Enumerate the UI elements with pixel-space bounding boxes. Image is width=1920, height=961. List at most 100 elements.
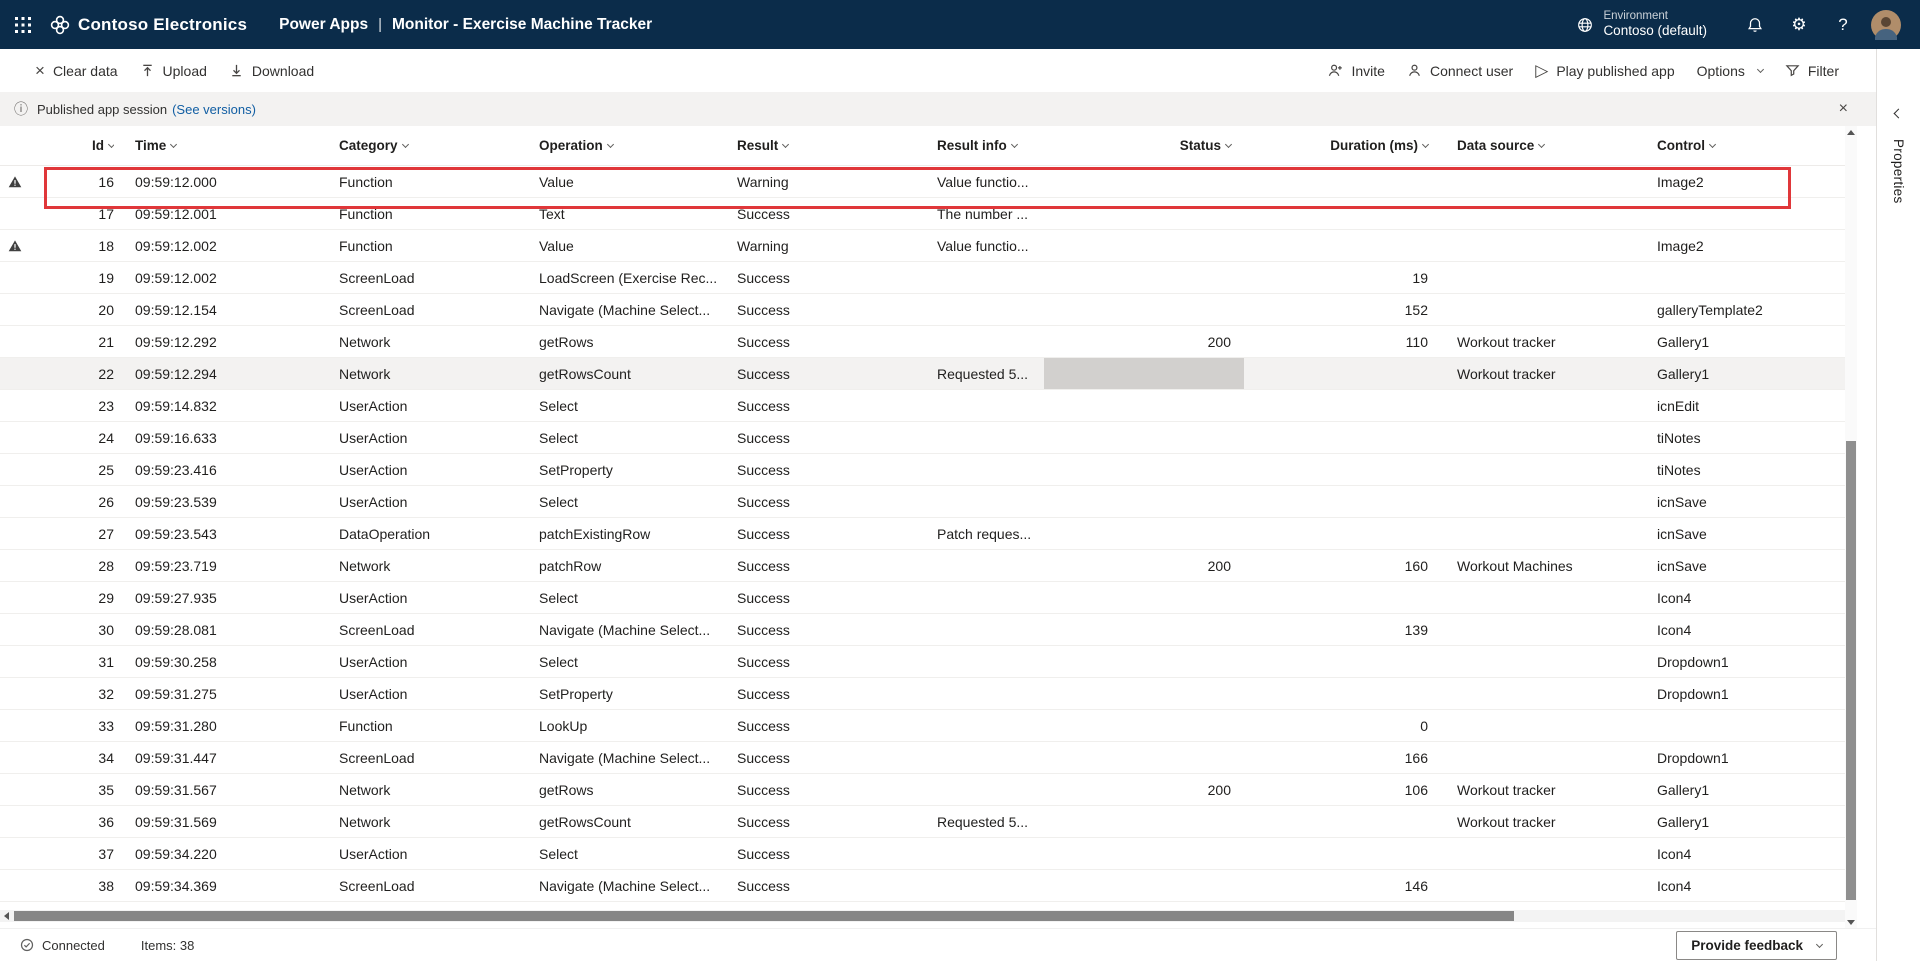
cell-time: 09:59:23.719	[135, 557, 217, 574]
header-result[interactable]: Result	[737, 138, 937, 153]
table-row[interactable]: 33 09:59:31.280 Function LookUp Success …	[0, 710, 1845, 742]
header-status[interactable]: Status	[1044, 138, 1244, 153]
header-time[interactable]: Time	[114, 138, 339, 153]
brand[interactable]: Contoso Electronics	[50, 15, 247, 35]
table-row[interactable]: 36 09:59:31.569 Network getRowsCount Suc…	[0, 806, 1845, 838]
table-row[interactable]: 31 09:59:30.258 UserAction Select Succes…	[0, 646, 1845, 678]
table-row[interactable]: 28 09:59:23.719 Network patchRow Success…	[0, 550, 1845, 582]
cell-result: Success	[737, 525, 790, 542]
table-row[interactable]: 32 09:59:31.275 UserAction SetProperty S…	[0, 678, 1845, 710]
options-button[interactable]: Options	[1686, 54, 1774, 88]
table-row[interactable]: 27 09:59:23.543 DataOperation patchExist…	[0, 518, 1845, 550]
cell-result-info	[937, 646, 1044, 677]
cell-status: 200	[1207, 557, 1231, 574]
cell-time: 09:59:12.000	[135, 173, 217, 190]
table-row[interactable]: 17 09:59:12.001 Function Text Success Th…	[0, 198, 1845, 230]
cell-control: Dropdown1	[1657, 653, 1729, 670]
invite-button[interactable]: Invite	[1317, 54, 1395, 88]
cell-status	[1044, 486, 1244, 517]
provide-feedback-button[interactable]: Provide feedback	[1676, 930, 1837, 960]
table-row[interactable]: 29 09:59:27.935 UserAction Select Succes…	[0, 582, 1845, 614]
waffle-menu-icon[interactable]	[0, 0, 46, 49]
cell-category: ScreenLoad	[339, 269, 415, 286]
horizontal-scrollbar[interactable]	[0, 910, 1857, 922]
vertical-scrollbar[interactable]	[1845, 126, 1857, 928]
cell-control: icnSave	[1657, 525, 1707, 542]
header-result-info[interactable]: Result info	[937, 138, 1044, 153]
cell-id: 33	[98, 717, 114, 734]
connect-user-button[interactable]: Connect user	[1396, 54, 1524, 88]
see-versions-link[interactable]: (See versions)	[172, 102, 256, 117]
cell-data-source	[1438, 454, 1640, 485]
help-button[interactable]: ?	[1821, 0, 1865, 49]
settings-button[interactable]: ⚙	[1777, 0, 1821, 49]
table-row[interactable]: 16 09:59:12.000 Function Value Warning V…	[0, 166, 1845, 198]
cell-operation: patchRow	[539, 557, 602, 574]
info-close-icon[interactable]: ×	[1833, 98, 1854, 120]
cell-warning	[0, 262, 30, 293]
scroll-down-icon[interactable]	[1845, 916, 1857, 928]
table-row[interactable]: 25 09:59:23.416 UserAction SetProperty S…	[0, 454, 1845, 486]
cell-id: 31	[98, 653, 114, 670]
horizontal-scrollbar-thumb[interactable]	[14, 911, 1514, 921]
vertical-scrollbar-thumb[interactable]	[1846, 441, 1856, 900]
notifications-button[interactable]	[1733, 0, 1777, 49]
header-category[interactable]: Category	[339, 138, 539, 153]
header-operation[interactable]: Operation	[539, 138, 737, 153]
table-row[interactable]: 30 09:59:28.081 ScreenLoad Navigate (Mac…	[0, 614, 1845, 646]
table-row[interactable]: 24 09:59:16.633 UserAction Select Succes…	[0, 422, 1845, 454]
table-row[interactable]: 22 09:59:12.294 Network getRowsCount Suc…	[0, 358, 1845, 390]
cell-category: UserAction	[339, 397, 408, 414]
header-duration[interactable]: Duration (ms)	[1244, 138, 1438, 153]
header-id[interactable]: Id	[30, 138, 114, 153]
cell-result: Success	[737, 397, 790, 414]
cell-category: DataOperation	[339, 525, 431, 542]
cell-data-source	[1438, 614, 1640, 645]
table-row[interactable]: 26 09:59:23.539 UserAction Select Succes…	[0, 486, 1845, 518]
table-row[interactable]: 23 09:59:14.832 UserAction Select Succes…	[0, 390, 1845, 422]
cell-result-info	[937, 742, 1044, 773]
sort-chevron-icon	[1538, 140, 1546, 149]
header-data-source[interactable]: Data source	[1438, 138, 1640, 153]
cell-status	[1044, 294, 1244, 325]
sort-chevron-icon	[1421, 140, 1430, 149]
environment-picker[interactable]: Environment Contoso (default)	[1576, 9, 1707, 40]
table-row[interactable]: 38 09:59:34.369 ScreenLoad Navigate (Mac…	[0, 870, 1845, 902]
upload-button[interactable]: Upload	[129, 54, 218, 88]
table-row[interactable]: 18 09:59:12.002 Function Value Warning V…	[0, 230, 1845, 262]
cell-status	[1044, 870, 1244, 901]
cell-result: Success	[737, 493, 790, 510]
info-message: Published app session	[37, 101, 168, 117]
clear-data-button[interactable]: × Clear data	[24, 54, 129, 88]
table-row[interactable]: 35 09:59:31.567 Network getRows Success …	[0, 774, 1845, 806]
table-row[interactable]: 37 09:59:34.220 UserAction Select Succes…	[0, 838, 1845, 870]
scroll-left-icon[interactable]	[0, 910, 12, 922]
table-row[interactable]: 19 09:59:12.002 ScreenLoad LoadScreen (E…	[0, 262, 1845, 294]
cell-warning	[0, 326, 30, 357]
cell-status	[1044, 262, 1244, 293]
app-root: Contoso Electronics Power Apps | Monitor…	[0, 0, 1920, 961]
header-control[interactable]: Control	[1640, 138, 1845, 153]
cell-warning	[0, 774, 30, 805]
cell-result-info	[937, 550, 1044, 581]
table-row[interactable]: 20 09:59:12.154 ScreenLoad Navigate (Mac…	[0, 294, 1845, 326]
clear-data-label: Clear data	[52, 62, 118, 79]
product-name-link[interactable]: Power Apps	[279, 16, 368, 34]
table-row[interactable]: 34 09:59:31.447 ScreenLoad Navigate (Mac…	[0, 742, 1845, 774]
brand-name: Contoso Electronics	[78, 14, 248, 34]
download-button[interactable]: Download	[218, 54, 325, 88]
cell-data-source	[1438, 646, 1640, 677]
cell-category: ScreenLoad	[339, 877, 415, 894]
upload-icon	[140, 63, 155, 78]
cell-operation: Value	[539, 173, 574, 190]
scroll-up-icon[interactable]	[1845, 126, 1857, 138]
cell-category: Function	[339, 205, 393, 222]
filter-button[interactable]: Filter	[1774, 54, 1850, 88]
table-row[interactable]: 21 09:59:12.292 Network getRows Success …	[0, 326, 1845, 358]
cell-result: Success	[737, 621, 790, 638]
command-bar-right: Invite Connect user ▷ Play published app…	[1317, 54, 1850, 88]
account-button[interactable]	[1865, 0, 1907, 49]
expand-properties-button[interactable]	[1887, 101, 1911, 125]
play-published-app-button[interactable]: ▷ Play published app	[1524, 54, 1685, 88]
cell-category: UserAction	[339, 429, 408, 446]
